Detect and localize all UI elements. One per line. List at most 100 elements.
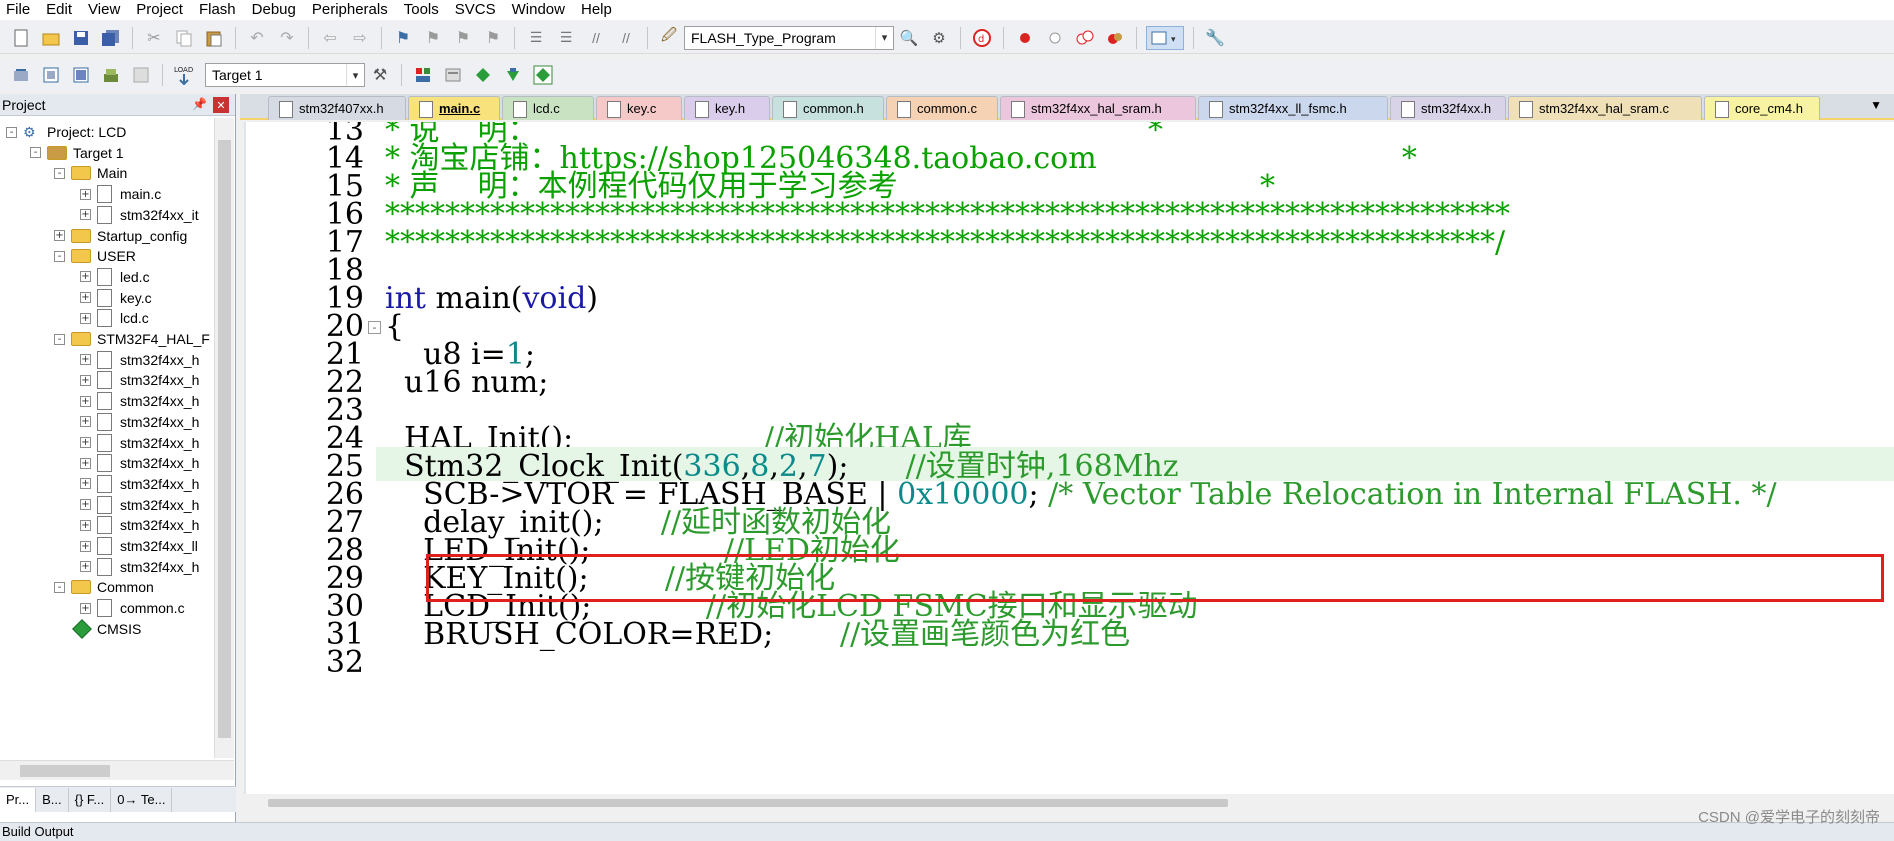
- tab-common-h[interactable]: common.h: [772, 96, 884, 120]
- panel-tab[interactable]: B...: [36, 787, 69, 812]
- collapse-icon[interactable]: -: [54, 581, 65, 593]
- chevron-down-icon[interactable]: ▾: [875, 26, 893, 49]
- bookmark-icon[interactable]: ⚑: [391, 26, 415, 50]
- expand-icon[interactable]: +: [80, 457, 91, 469]
- menu-edit[interactable]: Edit: [40, 1, 82, 19]
- uncomment-icon[interactable]: //: [614, 26, 638, 50]
- panel-tab[interactable]: 0→ Te...: [111, 787, 173, 812]
- expand-icon[interactable]: +: [80, 374, 91, 386]
- expand-icon[interactable]: +: [80, 292, 91, 304]
- editor-horizontal-scrollbar[interactable]: [244, 794, 1894, 814]
- expand-icon[interactable]: +: [80, 416, 91, 428]
- expand-icon[interactable]: +: [80, 188, 91, 200]
- menu-help[interactable]: Help: [575, 1, 622, 19]
- download-load-icon[interactable]: LOAD: [172, 63, 196, 87]
- tree-horizontal-scrollbar[interactable]: [0, 760, 234, 780]
- tab-common-c[interactable]: common.c: [886, 96, 998, 120]
- target-options-icon[interactable]: ⚒: [368, 63, 392, 87]
- scrollbar-thumb[interactable]: [218, 140, 231, 738]
- navigate-back-icon[interactable]: ⇦: [318, 26, 342, 50]
- translate-icon[interactable]: [9, 63, 33, 87]
- close-icon[interactable]: ✕: [213, 97, 229, 113]
- menu-view[interactable]: View: [82, 1, 130, 19]
- breakpoint-icon[interactable]: [1013, 26, 1037, 50]
- menu-tools[interactable]: Tools: [398, 1, 449, 19]
- cut-icon[interactable]: ✂: [142, 26, 166, 50]
- configure-icon[interactable]: 🔧: [1203, 26, 1227, 50]
- expand-icon[interactable]: +: [80, 499, 91, 511]
- file-extensions-icon[interactable]: [411, 63, 435, 87]
- stop-build-icon[interactable]: [129, 63, 153, 87]
- menu-file[interactable]: File: [0, 1, 40, 19]
- tab-key-h[interactable]: key.h: [684, 96, 770, 120]
- menu-svcs[interactable]: SVCS: [449, 1, 506, 19]
- batch-build-icon[interactable]: [99, 63, 123, 87]
- find-in-files-icon[interactable]: 🖉: [657, 26, 681, 50]
- find-icon[interactable]: 🔍: [897, 26, 921, 50]
- expand-icon[interactable]: +: [80, 519, 91, 531]
- expand-icon[interactable]: +: [80, 437, 91, 448]
- tab-stm32f4xx-hal-sram-c[interactable]: stm32f4xx_hal_sram.c: [1508, 96, 1702, 120]
- save-icon[interactable]: [69, 26, 93, 50]
- menu-peripherals[interactable]: Peripherals: [306, 1, 398, 19]
- comment-icon[interactable]: //: [584, 26, 608, 50]
- tab-key-c[interactable]: key.c: [596, 96, 682, 120]
- tab-stm32f407xx-h[interactable]: stm32f407xx.h: [268, 96, 406, 120]
- menu-flash[interactable]: Flash: [193, 1, 246, 19]
- rte-icon[interactable]: [531, 63, 555, 87]
- collapse-icon[interactable]: -: [6, 126, 17, 138]
- incremental-find-icon[interactable]: ⚙: [927, 26, 951, 50]
- pack-installer-icon[interactable]: [501, 63, 525, 87]
- redo-icon[interactable]: ↷: [275, 26, 299, 50]
- undo-icon[interactable]: ↶: [245, 26, 269, 50]
- menu-debug[interactable]: Debug: [246, 1, 306, 19]
- expand-icon[interactable]: +: [80, 395, 91, 407]
- next-bookmark-icon[interactable]: ⚑: [451, 26, 475, 50]
- scrollbar-thumb[interactable]: [268, 799, 1228, 807]
- tab-list-dropdown-icon[interactable]: ▼: [1870, 98, 1882, 112]
- expand-icon[interactable]: +: [80, 540, 91, 552]
- paste-icon[interactable]: [202, 26, 226, 50]
- find-combo[interactable]: FLASH_Type_Program ▾: [684, 25, 894, 50]
- kill-breakpoints-icon[interactable]: [1103, 26, 1127, 50]
- clear-bookmarks-icon[interactable]: ⚑: [481, 26, 505, 50]
- select-packs-icon[interactable]: [471, 63, 495, 87]
- window-layout-icon[interactable]: ▾: [1146, 25, 1184, 50]
- expand-icon[interactable]: +: [54, 230, 65, 241]
- expand-icon[interactable]: +: [80, 478, 91, 490]
- panel-tab[interactable]: Pr...: [0, 787, 37, 812]
- prev-bookmark-icon[interactable]: ⚑: [421, 26, 445, 50]
- chevron-down-icon[interactable]: ▾: [346, 64, 364, 86]
- build-icon[interactable]: [39, 63, 63, 87]
- code-editor[interactable]: 13 * 说 明： * 14 * 淘宝店铺：https://shop125046348…: [244, 122, 1894, 794]
- tab-stm32f4xx-ll-fsmc-h[interactable]: stm32f4xx_ll_fsmc.h: [1198, 96, 1388, 120]
- expand-icon[interactable]: +: [80, 271, 91, 283]
- tree-vertical-scrollbar[interactable]: [214, 118, 234, 758]
- manage-components-icon[interactable]: [441, 63, 465, 87]
- fold-collapse-icon[interactable]: -: [368, 321, 381, 334]
- panel-tab[interactable]: {} F...: [69, 787, 112, 812]
- navigate-forward-icon[interactable]: ⇨: [348, 26, 372, 50]
- tab-stm32f4xx-h[interactable]: stm32f4xx.h: [1390, 96, 1506, 120]
- tab-lcd-c[interactable]: lcd.c: [502, 96, 594, 120]
- expand-icon[interactable]: +: [80, 602, 91, 614]
- collapse-icon[interactable]: -: [54, 250, 65, 262]
- target-select[interactable]: Target 1 ▾: [205, 63, 365, 87]
- open-folder-icon[interactable]: [39, 26, 63, 50]
- debug-session-icon[interactable]: d: [970, 26, 994, 50]
- collapse-icon[interactable]: -: [54, 167, 65, 179]
- menu-window[interactable]: Window: [506, 1, 575, 19]
- copy-icon[interactable]: [172, 26, 196, 50]
- disable-all-breakpoints-icon[interactable]: [1073, 26, 1097, 50]
- tab-core-cm4-h[interactable]: core_cm4.h: [1704, 96, 1820, 120]
- scrollbar-thumb[interactable]: [20, 765, 110, 777]
- expand-icon[interactable]: +: [80, 354, 91, 366]
- collapse-icon[interactable]: -: [30, 147, 41, 159]
- tab-main-c[interactable]: main.c: [408, 96, 500, 120]
- pin-icon[interactable]: 📌: [192, 97, 207, 111]
- collapse-icon[interactable]: -: [54, 333, 65, 345]
- menu-project[interactable]: Project: [130, 1, 193, 19]
- tab-stm32f4xx-hal-sram-h[interactable]: stm32f4xx_hal_sram.h: [1000, 96, 1196, 120]
- disable-breakpoint-icon[interactable]: [1043, 26, 1067, 50]
- save-all-icon[interactable]: [99, 26, 123, 50]
